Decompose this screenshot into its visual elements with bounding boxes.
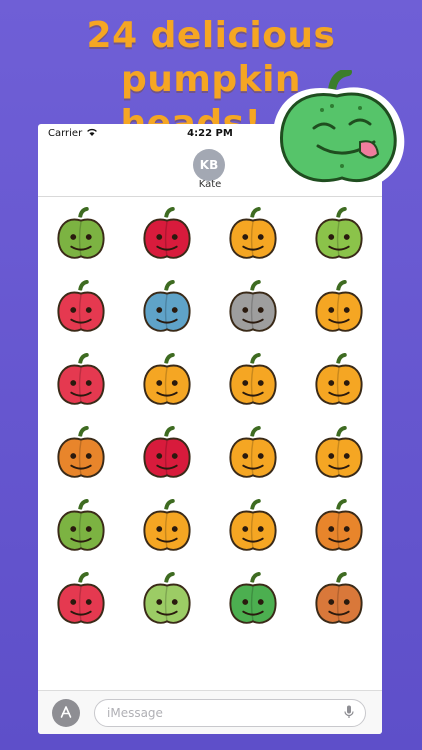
crying-orange-pumpkin-sticker[interactable]: [296, 346, 382, 419]
sad-orange-pumpkin-sticker[interactable]: [124, 346, 210, 419]
braces-glasses-pumpkin-sticker[interactable]: [296, 419, 382, 492]
glasses-pumpkin-sticker[interactable]: [210, 419, 296, 492]
blue-hat-red-pumpkin-sticker[interactable]: [124, 419, 210, 492]
disguise-hat-pumpkin-sticker[interactable]: [296, 492, 382, 565]
grimacing-red-pumpkin-sticker[interactable]: [38, 273, 124, 346]
cowboy-hat-pumpkin-sticker[interactable]: [210, 200, 296, 273]
rotten-zombie-pumpkin-sticker[interactable]: [124, 565, 210, 638]
googly-eyed-green-pumpkin-sticker[interactable]: [296, 200, 382, 273]
contact-avatar[interactable]: KB: [193, 149, 225, 181]
mummy-red-pumpkin-sticker[interactable]: [38, 346, 124, 419]
microphone-icon: [344, 704, 354, 723]
imessage-input[interactable]: [94, 699, 366, 727]
app-store-button[interactable]: [52, 699, 80, 727]
microphone-button[interactable]: [340, 704, 358, 722]
licking-green-pumpkin-sticker[interactable]: [210, 565, 296, 638]
sticker-grid: [38, 200, 382, 638]
tongue-out-pumpkin-sticker[interactable]: [124, 492, 210, 565]
stern-green-pumpkin-sticker[interactable]: [38, 492, 124, 565]
smirking-orange-pumpkin-sticker[interactable]: [210, 346, 296, 419]
medusa-pumpkin-sticker[interactable]: [38, 419, 124, 492]
shy-red-pumpkin-sticker[interactable]: [38, 565, 124, 638]
app-store-icon: [59, 704, 73, 723]
scarecrow-green-pumpkin-sticker[interactable]: [38, 200, 124, 273]
imessage-screen: Carrier 4:22 PM KB Kate: [38, 124, 382, 734]
hero-licking-green-pumpkin-sticker: [262, 68, 412, 198]
viking-pumpkin-sticker[interactable]: [296, 565, 382, 638]
angry-red-pumpkin-sticker[interactable]: [124, 200, 210, 273]
compose-bar: [38, 690, 382, 734]
robin-hood-pumpkin-sticker[interactable]: [296, 273, 382, 346]
zombie-blue-pumpkin-sticker[interactable]: [124, 273, 210, 346]
skull-pumpkin-sticker[interactable]: [210, 273, 296, 346]
headphones-pumpkin-sticker[interactable]: [210, 492, 296, 565]
